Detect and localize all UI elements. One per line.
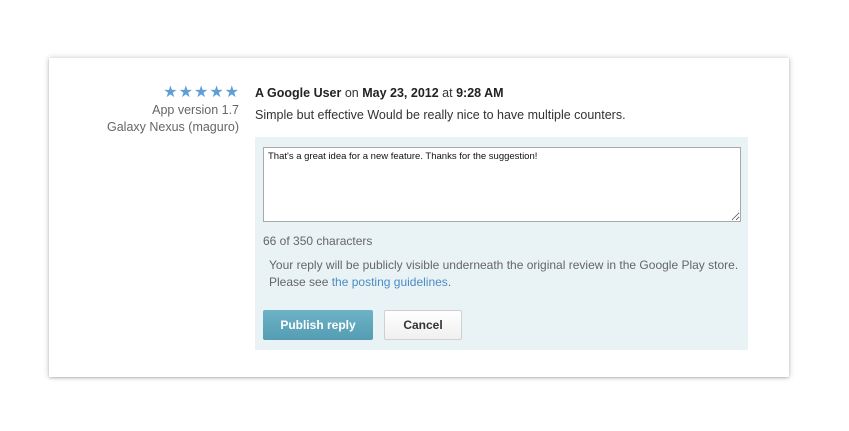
review-date: May 23, 2012 [362, 86, 439, 100]
cancel-button[interactable]: Cancel [384, 310, 462, 340]
review-body: A Google User on May 23, 2012 at 9:28 AM… [255, 85, 755, 123]
posting-guidelines-link[interactable]: the posting guidelines [332, 275, 448, 289]
character-count: 66 of 350 characters [263, 234, 373, 248]
publish-reply-button[interactable]: Publish reply [263, 310, 373, 340]
reply-textarea[interactable]: That's a great idea for a new feature. T… [263, 147, 741, 222]
app-version: App version 1.7 [152, 103, 239, 117]
review-author: A Google User [255, 86, 342, 100]
star-icon: ★ [178, 82, 193, 101]
review-header: A Google User on May 23, 2012 at 9:28 AM [255, 85, 755, 101]
star-icon: ★ [224, 82, 239, 101]
reply-panel: That's a great idea for a new feature. T… [255, 137, 748, 350]
review-card: ★ ★ ★ ★ ★ App version 1.7 Galaxy Nexus (… [49, 58, 789, 377]
review-text: Simple but effective Would be really nic… [255, 108, 626, 122]
on-label: on [344, 86, 359, 100]
review-meta: ★ ★ ★ ★ ★ App version 1.7 Galaxy Nexus (… [107, 84, 239, 136]
notice-period: . [447, 275, 452, 289]
device-name: Galaxy Nexus (maguro) [107, 120, 239, 134]
star-icon: ★ [193, 82, 209, 101]
star-icon: ★ [209, 82, 224, 101]
visibility-notice: Your reply will be publicly visible unde… [269, 257, 743, 291]
review-time: 9:28 AM [456, 86, 504, 100]
star-rating: ★ ★ ★ ★ ★ [107, 84, 239, 100]
at-label: at [442, 86, 453, 100]
star-icon: ★ [163, 82, 178, 101]
